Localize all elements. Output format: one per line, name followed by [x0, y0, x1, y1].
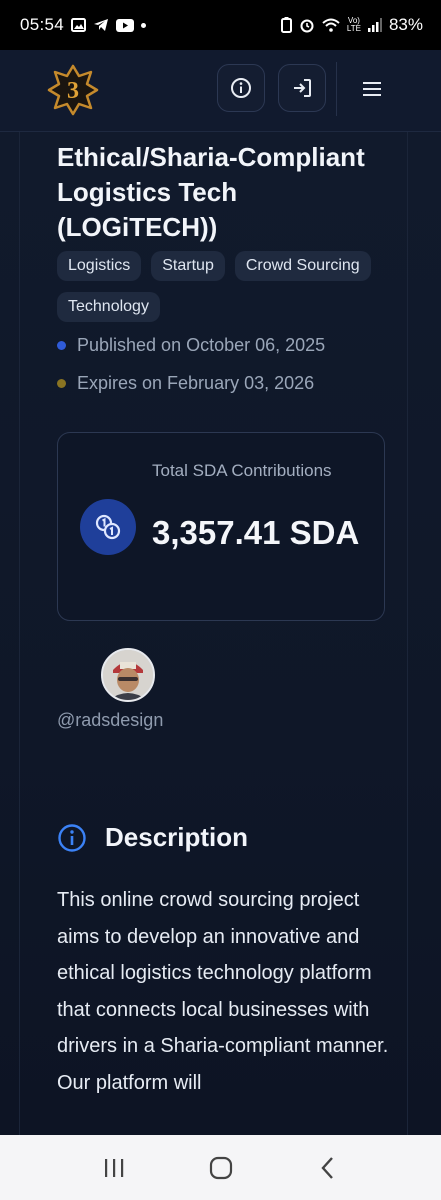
system-nav-bar — [0, 1135, 441, 1200]
telegram-icon — [93, 18, 109, 32]
back-button[interactable] — [298, 1143, 358, 1193]
tag-startup[interactable]: Startup — [151, 251, 225, 281]
brand-logo-icon[interactable]: 3 — [47, 64, 99, 116]
info-icon — [231, 78, 251, 98]
svg-text:3: 3 — [67, 78, 79, 104]
published-date: Published on October 06, 2025 — [57, 335, 325, 356]
project-title: Ethical/Sharia-Compliant Logistics Tech … — [57, 142, 365, 242]
tag-logistics[interactable]: Logistics — [57, 251, 142, 281]
alarm-icon — [299, 17, 315, 33]
coins-icon — [80, 499, 136, 555]
published-text: Published on October 06, 2025 — [77, 335, 326, 355]
signal-icon — [367, 18, 382, 32]
project-content: Ethical/Sharia-Compliant Logistics Tech … — [0, 132, 441, 1135]
description-info-icon — [58, 823, 86, 852]
sda-value: 3,357.41 SDA — [152, 514, 360, 551]
header-divider — [336, 62, 337, 116]
recent-apps-icon — [104, 1158, 123, 1177]
author-avatar[interactable] — [101, 648, 155, 702]
lte-icon: Vo) LTE — [346, 16, 361, 33]
expires-text: Expires on February 03, 2026 — [77, 373, 315, 393]
published-dot-icon — [57, 341, 66, 350]
menu-icon — [363, 82, 381, 96]
notification-dot-icon — [141, 22, 147, 28]
tag-crowd-sourcing[interactable]: Crowd Sourcing — [234, 251, 371, 281]
author-username[interactable]: @radsdesign — [57, 710, 163, 731]
description-title: Description — [105, 822, 249, 852]
status-time: 05:54 — [20, 15, 65, 34]
gallery-icon — [71, 18, 87, 32]
content-border-right — [407, 132, 408, 1135]
status-bar: 05:54 Vo) LTE 83% — [0, 0, 441, 50]
info-button[interactable] — [217, 64, 265, 112]
battery-saver-icon — [280, 17, 292, 33]
tag-list: Logistics Startup Crowd Sourcing Technol… — [57, 251, 397, 322]
description-header: Description — [57, 822, 248, 853]
sda-contributions-card: Total SDA Contributions 3,357.41 SDA — [57, 432, 385, 621]
home-icon — [209, 1156, 232, 1179]
tag-technology[interactable]: Technology — [57, 292, 160, 322]
sda-label: Total SDA Contributions — [152, 461, 332, 480]
youtube-icon — [116, 18, 135, 32]
expires-dot-icon — [57, 379, 66, 388]
login-icon — [294, 79, 311, 97]
description-text: This online crowd sourcing project aims … — [57, 889, 389, 1094]
content-border-left — [19, 132, 20, 1135]
recent-apps-button[interactable] — [84, 1143, 144, 1193]
wifi-icon — [322, 18, 340, 32]
battery-percentage: 83% — [388, 15, 423, 34]
home-button[interactable] — [191, 1143, 251, 1193]
app-header: 3 — [0, 50, 441, 132]
expires-date: Expires on February 03, 2026 — [57, 373, 314, 394]
menu-button[interactable] — [352, 72, 392, 106]
login-button[interactable] — [278, 64, 326, 112]
back-icon — [320, 1156, 333, 1179]
